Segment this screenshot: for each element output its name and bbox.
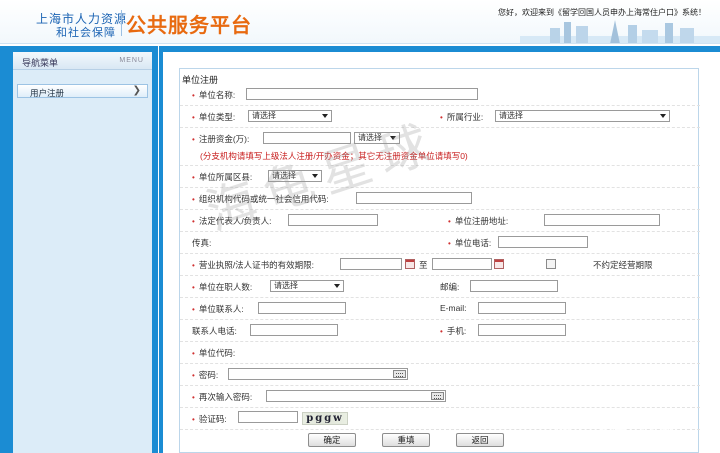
row-contact-phone-mobile: 联系人电话: 手机:	[180, 320, 700, 342]
org-name-line2: 和社会保障	[56, 26, 116, 39]
license-end-input[interactable]	[432, 258, 492, 270]
row-password-confirm: 再次输入密码:	[180, 386, 700, 408]
company-phone-input[interactable]	[498, 236, 588, 248]
company-type-label: 单位类型:	[192, 111, 235, 123]
capital-hint: (分支机构请填写上级法人注册/开办资金；其它无注册资金单位请填写0)	[200, 151, 468, 161]
fax-label: 传真:	[192, 238, 212, 248]
postcode-label: 邮编:	[440, 282, 460, 292]
capital-currency-value: 请选择	[358, 133, 382, 142]
employee-count-label: 单位在职人数:	[192, 281, 252, 293]
password-label: 密码:	[192, 369, 218, 381]
nav-title: 导航菜单	[22, 58, 59, 68]
industry-select[interactable]: 请选择	[495, 110, 670, 122]
company-type-value: 请选择	[252, 111, 276, 120]
platform-title: 公共服务平台	[126, 13, 252, 37]
row-captcha: 验证码: pggw	[180, 408, 700, 430]
row-password: 密码:	[180, 364, 700, 386]
company-type-select[interactable]: 请选择	[248, 110, 332, 122]
district-value: 请选择	[272, 171, 296, 180]
contact-phone-label: 联系人电话:	[192, 326, 237, 336]
captcha-label: 验证码:	[192, 413, 227, 425]
back-button[interactable]: 返回	[456, 433, 504, 447]
dropdown-arrow-icon	[390, 136, 396, 140]
company-name-input[interactable]	[246, 88, 478, 100]
employee-count-value: 请选择	[274, 281, 298, 290]
main-content: 单位注册 单位名称: 单位类型: 请选择 所属行业: 请选择 注册资金(万): …	[163, 52, 720, 453]
captcha-image[interactable]: pggw	[302, 412, 348, 425]
welcome-message: 您好，欢迎来到《留学回国人员申办上海常住户口》系统！	[498, 8, 706, 17]
main-frame: 单位注册 单位名称: 单位类型: 请选择 所属行业: 请选择 注册资金(万): …	[159, 46, 720, 453]
registered-address-input[interactable]	[544, 214, 660, 226]
license-start-input[interactable]	[340, 258, 402, 270]
company-name-label: 单位名称:	[192, 89, 235, 101]
row-fax-phone: 传真: 单位电话:	[180, 232, 700, 254]
password-confirm-input[interactable]	[266, 390, 446, 402]
capital-input[interactable]	[263, 132, 351, 144]
sidebar-item-user-register[interactable]: 用户注册 ❯	[17, 84, 148, 98]
nav-title-en: MENU	[119, 57, 144, 64]
reset-button[interactable]: 重填	[382, 433, 430, 447]
credit-code-label: 组织机构代码或统一社会信用代码:	[192, 193, 329, 205]
indefinite-term-label: 不约定经营期限	[593, 260, 653, 270]
postcode-input[interactable]	[470, 280, 558, 292]
contact-person-label: 单位联系人:	[192, 303, 244, 315]
dropdown-arrow-icon	[322, 114, 328, 118]
row-employees-postcode: 单位在职人数: 请选择 邮编:	[180, 276, 700, 298]
row-contact-email: 单位联系人: E-mail:	[180, 298, 700, 320]
row-capital: 注册资金(万): 请选择 (分支机构请填写上级法人注册/开办资金；其它无注册资金…	[180, 128, 700, 166]
confirm-button[interactable]: 确定	[308, 433, 356, 447]
dropdown-arrow-icon	[334, 284, 340, 288]
sidebar-panel: 导航菜单 MENU 用户注册 ❯	[13, 52, 152, 453]
company-phone-label: 单位电话:	[448, 237, 491, 249]
dropdown-arrow-icon	[312, 174, 318, 178]
registered-address-label: 单位注册地址:	[448, 215, 508, 227]
calendar-icon[interactable]	[494, 259, 504, 269]
sidebar: 导航菜单 MENU 用户注册 ❯	[0, 46, 158, 453]
row-license-validity: 营业执照/法人证书的有效期限: 至 不约定经营期限	[180, 254, 700, 276]
site-header: 上海市人力资源 和社会保障 公共服务平台 您好，欢迎来到《留学回国人员申办上海常…	[0, 0, 720, 44]
password-input[interactable]	[228, 368, 408, 380]
email-input[interactable]	[478, 302, 566, 314]
capital-label: 注册资金(万):	[192, 133, 250, 145]
contact-phone-input[interactable]	[250, 324, 338, 336]
keyboard-icon[interactable]	[431, 392, 444, 400]
chevron-right-icon: ❯	[132, 85, 141, 96]
dropdown-arrow-icon	[660, 114, 666, 118]
capital-currency-select[interactable]: 请选择	[354, 132, 400, 144]
sidebar-item-label: 用户注册	[30, 88, 65, 98]
registration-form: 单位注册 单位名称: 单位类型: 请选择 所属行业: 请选择 注册资金(万): …	[179, 68, 700, 453]
contact-person-input[interactable]	[258, 302, 346, 314]
logo-divider	[121, 10, 122, 36]
captcha-input[interactable]	[238, 411, 298, 423]
row-type-industry: 单位类型: 请选择 所属行业: 请选择	[180, 106, 700, 128]
email-label: E-mail:	[440, 303, 467, 313]
mobile-label: 手机:	[440, 325, 466, 337]
company-code-label: 单位代码:	[192, 347, 235, 359]
row-company-name: 单位名称:	[180, 84, 700, 106]
row-company-code: 单位代码:	[180, 342, 700, 364]
credit-code-input[interactable]	[356, 192, 472, 204]
mobile-input[interactable]	[478, 324, 566, 336]
industry-value: 请选择	[499, 111, 523, 120]
district-label: 单位所属区县:	[192, 171, 252, 183]
row-credit-code: 组织机构代码或统一社会信用代码:	[180, 188, 700, 210]
district-select[interactable]: 请选择	[268, 170, 322, 182]
city-skyline-icon	[520, 20, 720, 43]
employee-count-select[interactable]: 请选择	[270, 280, 344, 292]
nav-header: 导航菜单 MENU	[13, 52, 152, 70]
row-district: 单位所属区县: 请选择	[180, 166, 700, 188]
calendar-icon[interactable]	[405, 259, 415, 269]
legal-rep-label: 法定代表人/负责人:	[192, 215, 272, 227]
keyboard-icon[interactable]	[393, 370, 406, 378]
row-legal-address: 法定代表人/负责人: 单位注册地址:	[180, 210, 700, 232]
license-validity-label: 营业执照/法人证书的有效期限:	[192, 259, 314, 271]
legal-rep-input[interactable]	[288, 214, 378, 226]
date-to-label: 至	[419, 260, 428, 270]
industry-label: 所属行业:	[440, 111, 483, 123]
password-confirm-label: 再次输入密码:	[192, 391, 252, 403]
indefinite-term-checkbox[interactable]	[546, 259, 556, 269]
